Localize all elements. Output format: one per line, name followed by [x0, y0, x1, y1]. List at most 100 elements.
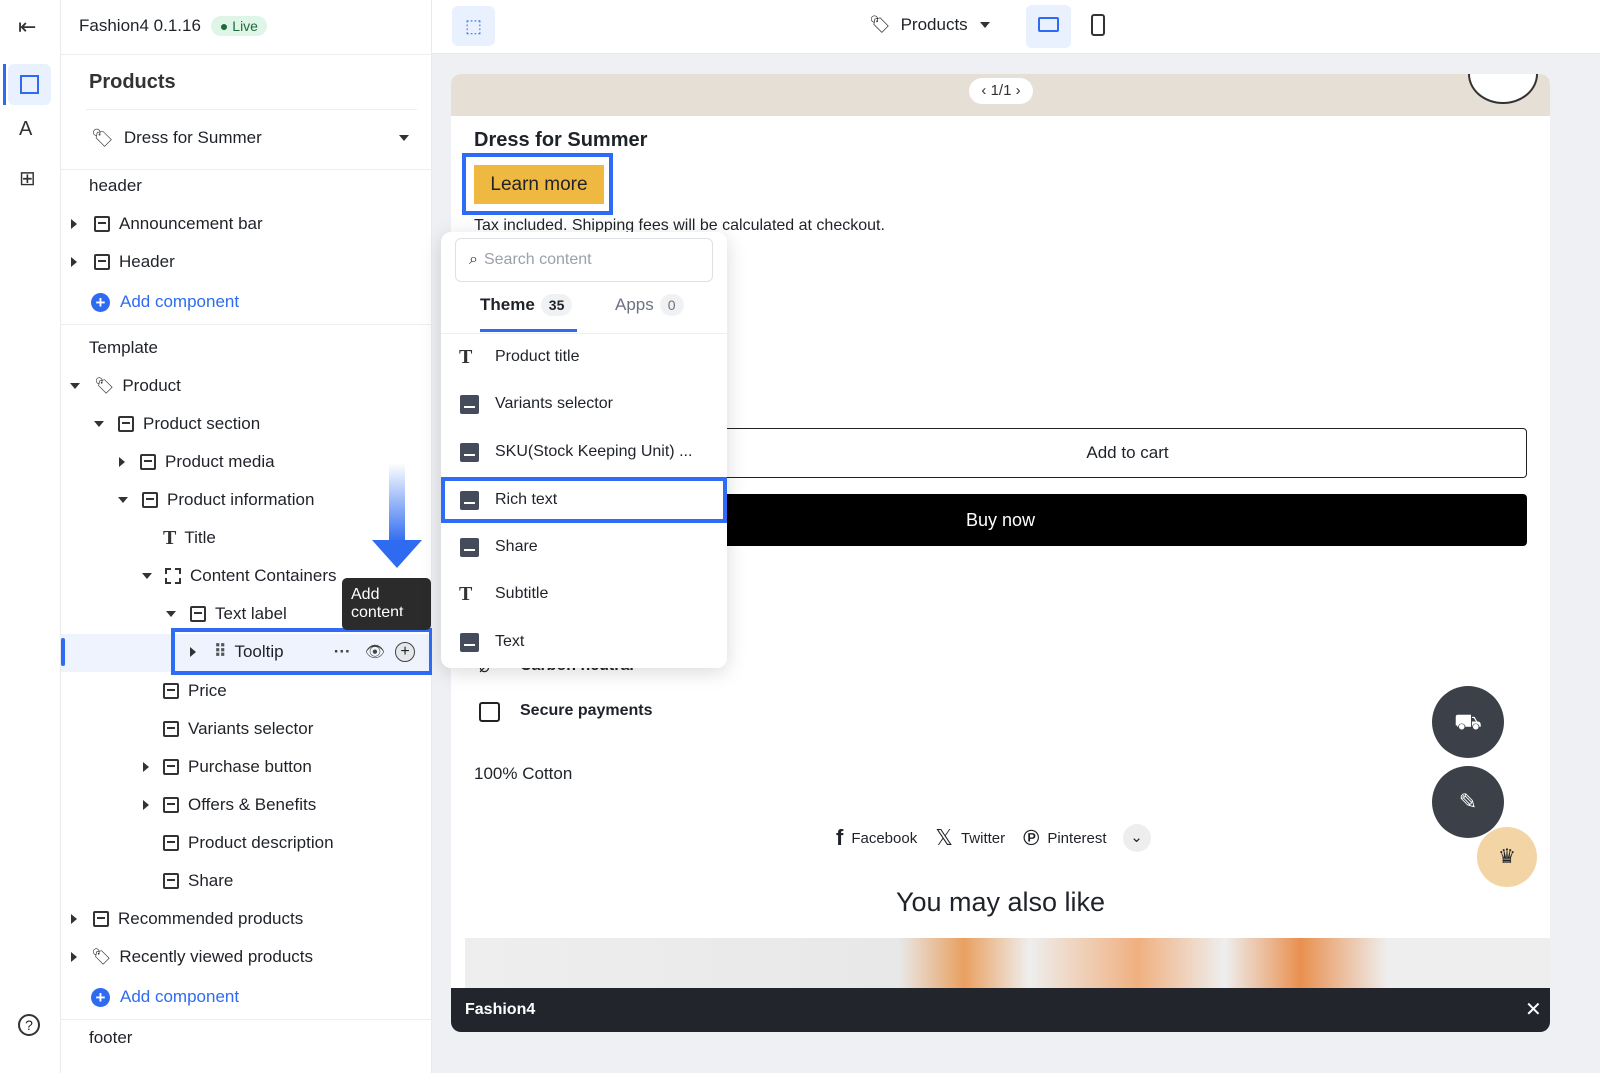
- tree-label: Purchase button: [188, 757, 312, 776]
- exit-icon[interactable]: ⇤: [18, 14, 36, 40]
- content-item-sku[interactable]: SKU(Stock Keeping Unit) ...: [441, 429, 727, 475]
- tree-label: Title: [184, 528, 216, 547]
- tree-label: Product media: [165, 452, 275, 471]
- drag-handle-icon[interactable]: ⠿: [214, 642, 226, 662]
- tab-label: Theme: [480, 295, 535, 314]
- layout-button[interactable]: [8, 64, 51, 105]
- learn-more-button[interactable]: Learn more: [474, 165, 604, 204]
- tree-item-offers[interactable]: Offers & Benefits: [143, 786, 316, 824]
- item-label: Product title: [495, 348, 580, 365]
- tree-item-product-description[interactable]: Product description: [163, 824, 334, 862]
- price-icon: [163, 683, 179, 699]
- add-app-icon[interactable]: ⊞: [19, 166, 36, 191]
- tree-label: Tooltip: [234, 642, 284, 661]
- tree-label: Product description: [188, 833, 334, 852]
- pinterest-link[interactable]: Pinterest: [1047, 830, 1106, 847]
- more-options-icon[interactable]: ···: [334, 642, 351, 662]
- cart-fab-icon[interactable]: ⛟: [1432, 686, 1504, 758]
- selected-indicator: [61, 638, 65, 666]
- add-component-button[interactable]: + Add component: [91, 283, 239, 321]
- tree-label: Price: [188, 681, 227, 700]
- tree-item-announcement-bar[interactable]: Announcement bar: [71, 205, 263, 243]
- tree-item-product-section[interactable]: Product section: [94, 405, 260, 443]
- content-item-share[interactable]: Share: [441, 524, 727, 570]
- pager-label: 1/1: [990, 82, 1012, 99]
- page-selector-label: Products: [900, 15, 968, 34]
- desktop-view-button[interactable]: [1026, 5, 1071, 48]
- caret-down-icon: [70, 383, 80, 389]
- caret-right-icon: [190, 647, 196, 657]
- facebook-icon[interactable]: f: [836, 825, 843, 851]
- you-may-also-like-heading: You may also like: [895, 887, 1106, 917]
- tree-item-title[interactable]: T Title: [163, 519, 216, 557]
- arrow-down-icon: [389, 463, 405, 543]
- sidebar: Fashion4 0.1.16 ● Live Products 🏷 Dress …: [61, 0, 433, 1073]
- product-selector-value: Dress for Summer: [123, 128, 262, 147]
- text-label-icon: [190, 606, 206, 622]
- announcement-icon: [94, 216, 110, 232]
- tab-count: 0: [659, 294, 684, 316]
- search-icon: ⌕: [469, 251, 478, 268]
- plus-circle-icon: +: [91, 987, 110, 1007]
- eye-icon[interactable]: 👁: [365, 642, 385, 662]
- tree-label: Header: [119, 252, 175, 271]
- caret-down-icon: [142, 573, 152, 579]
- clipboard-edit-fab-icon[interactable]: ✎: [1432, 766, 1504, 838]
- content-item-variants-selector[interactable]: Variants selector: [441, 381, 727, 427]
- add-content-icon[interactable]: +: [395, 642, 415, 662]
- tree-item-share[interactable]: Share: [163, 862, 233, 900]
- tab-apps[interactable]: Apps 0: [615, 294, 684, 316]
- tree-label: Product: [122, 376, 181, 395]
- block-icon: [460, 442, 479, 462]
- theme-style-icon[interactable]: A: [19, 118, 32, 141]
- tree-item-recommended[interactable]: Recommended products: [71, 900, 303, 938]
- tree-item-header[interactable]: Header: [71, 243, 175, 281]
- select-tool-icon[interactable]: ⬚: [452, 6, 495, 46]
- tree-label: Recently viewed products: [119, 947, 314, 966]
- tree-item-product[interactable]: 🏷 Product: [70, 367, 181, 405]
- more-share-chevron-icon[interactable]: ⌄: [1122, 824, 1151, 852]
- page-selector[interactable]: 🏷 Products: [869, 15, 990, 35]
- item-label: SKU(Stock Keeping Unit) ...: [495, 443, 693, 460]
- facebook-link[interactable]: Facebook: [851, 830, 917, 847]
- mobile-view-icon[interactable]: [1091, 14, 1105, 36]
- caret-down-icon: [166, 611, 176, 617]
- tree-item-purchase-button[interactable]: Purchase button: [143, 748, 312, 786]
- tree-item-tooltip[interactable]: ⠿ Tooltip ··· 👁 +: [190, 633, 415, 671]
- twitter-link[interactable]: Twitter: [961, 830, 1005, 847]
- content-item-product-title[interactable]: T Product title: [441, 334, 727, 380]
- content-item-text[interactable]: Text: [441, 619, 727, 665]
- add-component-button[interactable]: + Add component: [91, 978, 239, 1016]
- content-item-subtitle[interactable]: T Subtitle: [441, 571, 727, 617]
- item-label: Subtitle: [495, 585, 549, 602]
- item-label: Rich text: [495, 491, 558, 508]
- close-icon[interactable]: ✕: [1525, 997, 1542, 1022]
- tag-icon: 🏷: [91, 127, 114, 148]
- tab-label: Apps: [615, 295, 654, 314]
- add-component-label: Add component: [120, 987, 240, 1006]
- tree-item-product-information[interactable]: Product information: [118, 481, 314, 519]
- image-pager[interactable]: ‹ 1/1 ›: [969, 78, 1033, 104]
- help-icon[interactable]: ?: [18, 1014, 40, 1036]
- crown-fab-icon[interactable]: ♛: [1477, 827, 1537, 887]
- tree-item-content-containers[interactable]: Content Containers: [142, 557, 336, 595]
- app-title-bar: Fashion4 0.1.16 ● Live: [79, 16, 267, 36]
- tree-item-recently-viewed[interactable]: 🏷 Recently viewed products: [71, 938, 313, 976]
- product-selector[interactable]: 🏷 Dress for Summer: [91, 124, 409, 152]
- plus-circle-icon: +: [91, 292, 110, 312]
- content-item-rich-text[interactable]: Rich text: [441, 477, 727, 523]
- offers-icon: [163, 797, 179, 813]
- tab-theme[interactable]: Theme 35: [480, 294, 573, 316]
- block-icon: [460, 490, 479, 510]
- recommended-products-thumbnails: [465, 938, 1550, 988]
- tree-label: Variants selector: [188, 719, 314, 738]
- tree-item-product-media[interactable]: Product media: [119, 443, 275, 481]
- x-twitter-icon[interactable]: 𝕏: [935, 825, 953, 851]
- item-label: Text: [495, 633, 525, 650]
- pinterest-icon[interactable]: ℗: [1023, 825, 1039, 851]
- tree-item-variants-selector[interactable]: Variants selector: [163, 710, 313, 748]
- caret-right-icon: [71, 219, 77, 229]
- tree-item-price[interactable]: Price: [163, 672, 227, 710]
- live-badge: ● Live: [210, 16, 267, 36]
- search-content-input[interactable]: ⌕ Search content: [455, 238, 713, 282]
